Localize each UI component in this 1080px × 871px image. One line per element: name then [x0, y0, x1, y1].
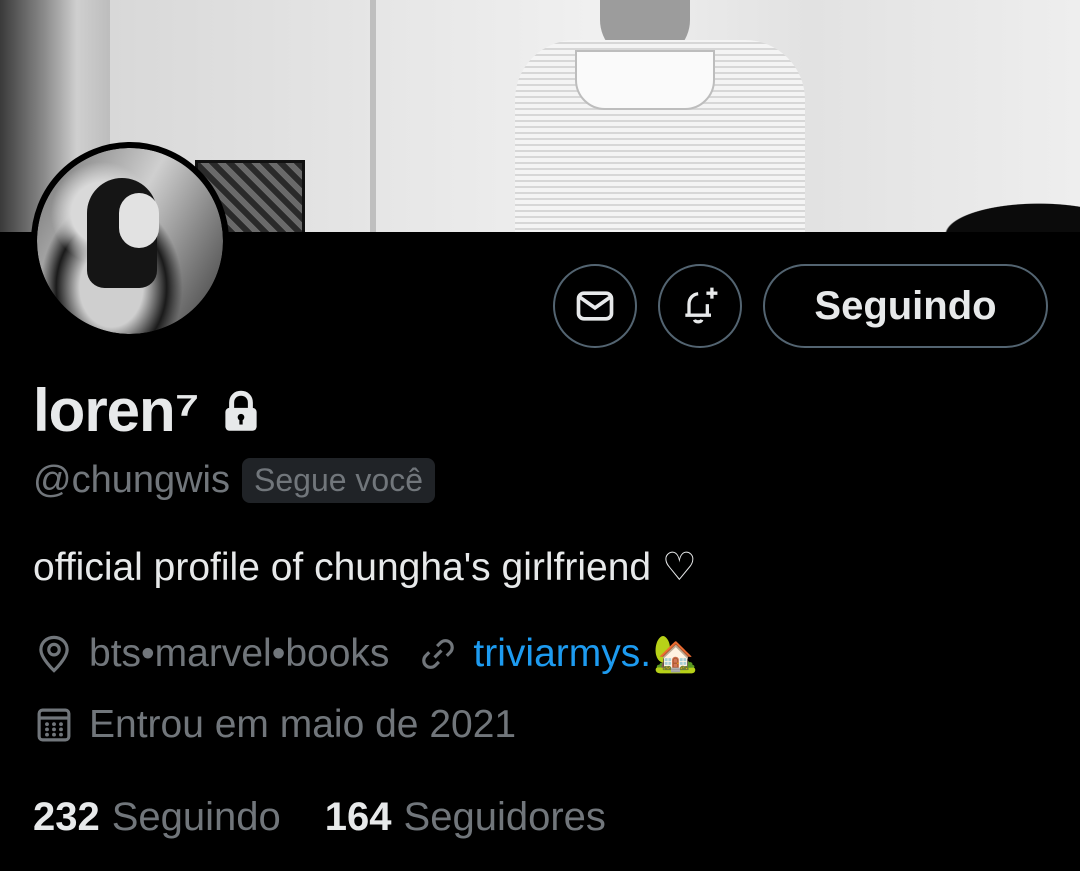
- followers-count: 164: [324, 795, 392, 839]
- following-button[interactable]: Seguindo: [763, 264, 1048, 348]
- profile-avatar[interactable]: [31, 142, 229, 340]
- display-name-row: loren⁷: [33, 376, 266, 445]
- link-icon: [422, 639, 455, 669]
- followers-label: Seguidores: [403, 795, 606, 839]
- notification-bell-icon: [685, 287, 718, 324]
- following-label: Seguindo: [111, 795, 281, 839]
- calendar-icon: [37, 708, 71, 742]
- profile-website-text: triviarmys.: [473, 632, 652, 675]
- follows-you-badge: Segue você: [242, 458, 436, 503]
- avatar-face-shape: [119, 193, 159, 248]
- profile-joined-date: Entrou em maio de 2021: [89, 703, 517, 746]
- banner-wall-line: [370, 0, 376, 232]
- followers-stat[interactable]: 164 Seguidores: [325, 795, 606, 840]
- following-count: 232: [33, 795, 100, 839]
- profile-website-link[interactable]: triviarmys.🏡: [473, 632, 697, 676]
- message-icon: [576, 291, 614, 321]
- profile-meta-row: bts•marvel•books triviarmys.🏡: [33, 632, 698, 676]
- notifications-button[interactable]: [658, 264, 742, 348]
- banner-person-collar: [575, 50, 715, 110]
- profile-joined-row: Entrou em maio de 2021: [33, 703, 516, 747]
- profile-stats: 232 Seguindo 164 Seguidores: [33, 795, 606, 840]
- profile-bio: official profile of chungha's girlfriend…: [33, 546, 697, 589]
- house-emoji: 🏡: [653, 633, 698, 674]
- message-button[interactable]: [553, 264, 637, 348]
- following-stat[interactable]: 232 Seguindo: [33, 795, 281, 840]
- location-pin-icon: [39, 635, 69, 673]
- display-name: loren⁷: [33, 377, 199, 444]
- banner-plant: [920, 195, 1080, 232]
- user-handle: @chungwis: [33, 459, 230, 501]
- lock-icon: [225, 390, 258, 431]
- profile-location: bts•marvel•books: [89, 632, 390, 675]
- handle-row: @chungwis Segue você: [33, 458, 436, 503]
